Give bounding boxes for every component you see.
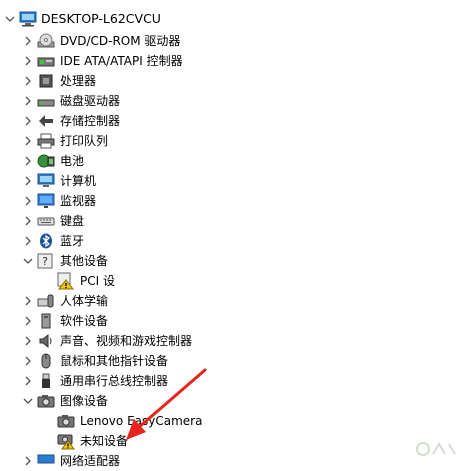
device-manager-tree: DESKTOP-L62CVCU DVD/CD-ROM 驱动器 IDE ATA/A…: [0, 0, 465, 468]
annotation-arrow: [126, 368, 207, 440]
watermark-logo: [416, 442, 456, 456]
